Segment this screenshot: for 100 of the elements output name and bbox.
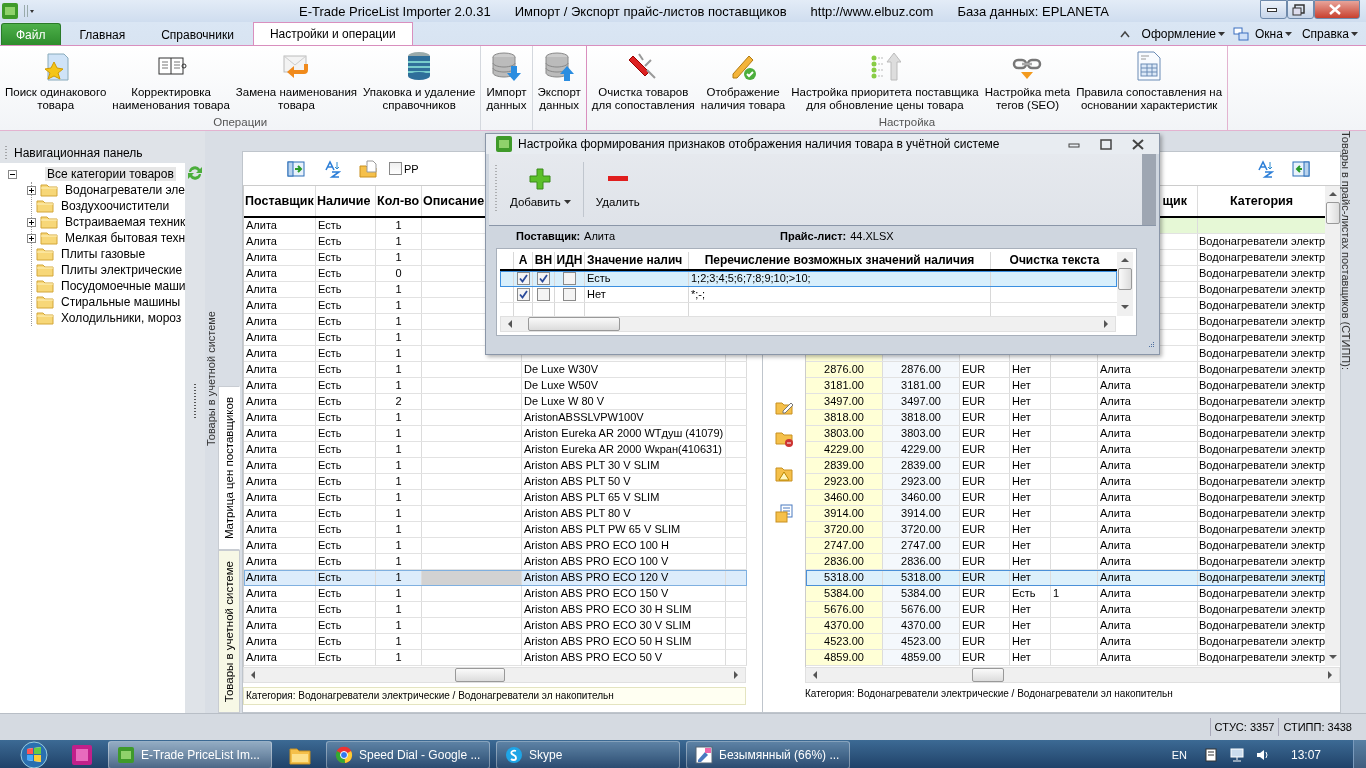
column-header[interactable]: Поставщик [244,186,316,216]
table-row[interactable]: Алита Есть 1 Ariston ABS PRO ECO 150 V [244,586,747,602]
column-header[interactable]: ИДН [555,252,585,269]
table-row[interactable]: Алита Есть 1 Ariston ABS PLT 80 V [244,506,747,522]
taskbar-button[interactable]: Speed Dial - Google ... [326,741,490,768]
ribbon-button[interactable]: Настройка meta тегов (SEO) [981,46,1074,116]
tree-item[interactable]: Стиральные машины [59,295,183,309]
scrollbar[interactable] [1142,154,1156,225]
table-row[interactable]: Есть 1;2;3;4;5;6;7;8;9;10;>10; [500,271,1117,287]
collapse-toggle[interactable] [8,169,17,179]
table-row[interactable]: 3497.00 3497.00 EUR Нет Алита Водонагреватели электр [806,394,1325,410]
table-row[interactable]: 2747.00 2747.00 EUR Нет Алита Водонагреватели электр [806,538,1325,554]
scrollbar[interactable] [1325,186,1340,666]
delete-button[interactable]: Удалить [589,154,646,225]
clock[interactable]: 13:07 [1290,748,1321,762]
table-row[interactable]: 4523.00 4523.00 EUR Нет Алита Водонагреватели электр [806,634,1325,650]
quick-access-icon[interactable] [22,3,34,19]
menu-button[interactable]: Окна [1253,27,1296,41]
column-header[interactable]: А [514,252,533,269]
table-row[interactable]: 2876.00 2876.00 EUR Нет Алита Водонагреватели электр [806,362,1325,378]
network-icon[interactable] [1228,747,1245,763]
ribbon-button[interactable]: Импорт данных [483,46,530,116]
minimize-button[interactable] [1260,0,1287,19]
sort-icon[interactable] [1256,159,1274,178]
show-desktop-button[interactable] [1353,740,1366,768]
close-button[interactable] [1131,137,1145,151]
ribbon-button[interactable]: Корректировка наименования товара [109,46,233,116]
action-center-icon[interactable] [1202,747,1219,763]
close-button[interactable] [1314,0,1360,19]
table-row[interactable]: 3803.00 3803.00 EUR Нет Алита Водонагреватели электр [806,426,1325,442]
ribbon-button[interactable]: Замена наименования товара [232,46,361,116]
ribbon-button[interactable]: Отображение наличия товара [697,46,789,116]
table-row[interactable]: Алита Есть 2 De Luxe W 80 V [244,394,747,410]
checkbox[interactable] [537,288,550,301]
checkbox[interactable] [563,288,576,301]
table-row[interactable]: Алита Есть 1 Ariston ABS PLT 50 V [244,474,747,490]
table-row[interactable]: Нет *;-; [500,287,1117,303]
splitter-grip[interactable] [193,383,197,419]
scrollbar[interactable] [500,316,1116,332]
checkbox[interactable]: PP [389,162,419,175]
table-row[interactable]: 3818.00 3818.00 EUR Нет Алита Водонагреватели электр [806,410,1325,426]
tree-item[interactable]: Встраиваемая техник [63,215,185,229]
column-header[interactable]: Кол-во [376,186,422,216]
tree-item[interactable]: Мелкая бытовая техн [63,231,185,245]
table-row[interactable]: Алита Есть 1 De Luxe W50V [244,378,747,394]
table-row[interactable]: 3720.00 3720.00 EUR Нет Алита Водонагреватели электр [806,522,1325,538]
tree-item[interactable]: Посудомоечные маши [59,279,185,293]
tree-item[interactable]: Все категории товаров [45,167,176,181]
language-indicator[interactable]: EN [1171,749,1187,761]
ribbon-tab[interactable]: Настройки и операции [252,22,413,45]
tree-item[interactable]: Плиты газовые [59,247,148,261]
ribbon-button[interactable]: Экспорт данных [534,46,584,116]
expand-toggle[interactable] [27,233,36,243]
table-row[interactable]: 2923.00 2923.00 EUR Нет Алита Водонагреватели электр [806,474,1325,490]
checkbox[interactable] [516,288,530,301]
table-row[interactable]: Алита Есть 1 Ariston ABS PRO ECO 120 V [244,570,747,586]
sort-icon[interactable] [323,159,341,178]
column-header[interactable]: Перечисление возможных значений наличия [689,252,991,269]
tree-item[interactable]: Воздухоочистители [59,199,172,213]
volume-icon[interactable] [1254,747,1271,763]
scrollbar[interactable] [805,667,1340,683]
scrollbar[interactable] [243,667,746,683]
collapse-icon[interactable] [1119,30,1130,38]
expand-toggle[interactable] [27,217,36,227]
maximize-button[interactable] [1287,0,1314,19]
maximize-button[interactable] [1099,137,1113,151]
table-row[interactable]: Алита Есть 1 Ariston ABS PRO ECO 30 H SLIM [244,602,747,618]
tree-item[interactable]: Холодильники, мороз [59,311,184,325]
resize-grip[interactable] [1147,340,1155,348]
ribbon-button[interactable]: Очистка товаров для сопоставления [588,46,698,116]
table-row[interactable]: Алита Есть 1 Ariston ABS PRO ECO 30 V SLIM [244,618,747,634]
table-row[interactable]: Алита Есть 1 Ariston ABS PLT 65 V SLIM [244,490,747,506]
table-row[interactable]: Алита Есть 1 Ariston ABS PLT PW 65 V SLIM [244,522,747,538]
expand-toggle[interactable] [27,185,36,195]
panel-label[interactable]: Товары в учетной системе [205,311,217,447]
panel-label[interactable]: Товары в прайс-листах поставщиков (СТИПП): [1340,131,1352,370]
menu-button[interactable]: Оформление [1139,27,1230,41]
checkbox[interactable] [516,272,530,285]
scrollbar[interactable] [1117,252,1133,316]
table-row[interactable]: Алита Есть 1 Ariston ABS PLT 30 V SLIM [244,458,747,474]
taskbar-button[interactable]: Безымянный (66%) ... [686,741,850,768]
tree-item[interactable]: Водонагреватели эле [63,183,185,197]
table-row[interactable]: 3914.00 3914.00 EUR Нет Алита Водонагреватели электр [806,506,1325,522]
table-row[interactable]: 3181.00 3181.00 EUR Нет Алита Водонагреватели электр [806,378,1325,394]
checkbox[interactable] [537,272,550,285]
column-header[interactable]: Наличие [316,186,376,216]
taskbar-button[interactable]: E-Trade PriceList Im... [108,741,272,768]
ribbon-tab[interactable]: Справочники [144,23,251,45]
column-header[interactable]: Значение налич [585,252,689,269]
table-row[interactable]: 5318.00 5318.00 EUR Нет Алита Водонагреватели электр [806,570,1325,586]
folder-minus-icon[interactable] [774,429,794,448]
table-row[interactable]: 5676.00 5676.00 EUR Нет Алита Водонагреватели электр [806,602,1325,618]
taskbar-button[interactable]: Skype [496,741,680,768]
ribbon-button[interactable]: Упаковка и удаление справочников [360,46,479,116]
ribbon-button[interactable]: Поиск одинакового товара [2,46,110,116]
column-header[interactable]: ВН [533,252,555,269]
table-row[interactable]: Алита Есть 1 De Luxe W30V [244,362,747,378]
side-tab[interactable]: Товары в учетной системе [218,549,240,713]
tree-item[interactable]: Плиты электрические [59,263,185,277]
menu-button[interactable]: Справка [1299,27,1362,41]
